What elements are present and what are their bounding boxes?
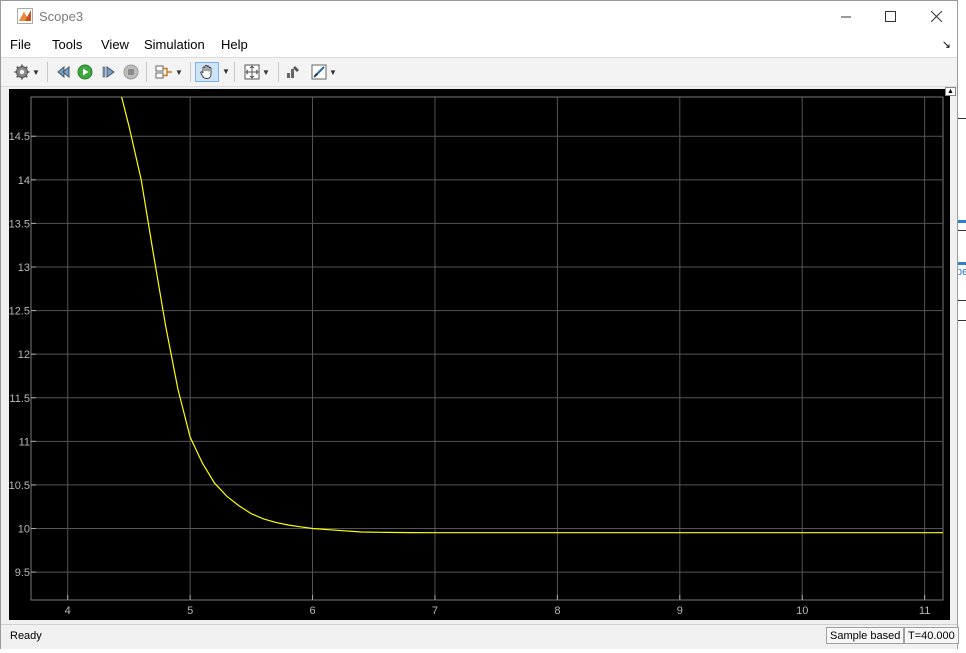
- axes-box: [30, 96, 944, 601]
- y-tick-label: 13.5: [9, 218, 30, 230]
- y-tick-label: 12.5: [9, 306, 30, 318]
- pan-button[interactable]: [195, 62, 219, 82]
- expand-legend-button[interactable]: ▲: [945, 87, 956, 96]
- step-forward-button[interactable]: [99, 62, 119, 82]
- x-tick-label: 11: [919, 605, 930, 617]
- y-tick-label: 10.5: [9, 480, 30, 492]
- step-forward-icon: [102, 66, 115, 78]
- zoom-fit-button[interactable]: ▼: [240, 62, 274, 82]
- chevron-down-icon: ▼: [32, 67, 40, 77]
- close-icon: [930, 11, 942, 22]
- menu-file[interactable]: File: [10, 37, 31, 52]
- stop-button[interactable]: [121, 62, 141, 82]
- toolbar-separator: [146, 62, 147, 82]
- style-icon: [287, 66, 299, 78]
- close-button[interactable]: [913, 1, 959, 32]
- run-button[interactable]: [75, 62, 95, 82]
- measurements-button[interactable]: ▼: [307, 62, 341, 82]
- menu-help[interactable]: Help: [221, 37, 248, 52]
- y-tick-label: 11: [19, 436, 30, 448]
- y-tick-label: 12: [18, 349, 30, 361]
- chevron-down-icon: ▼: [262, 67, 270, 77]
- y-tick-label: 11.5: [9, 393, 30, 405]
- style-button[interactable]: [283, 62, 303, 82]
- menu-simulation[interactable]: Simulation: [144, 37, 205, 52]
- scope-plot[interactable]: 4 5 6 7 8 9 10 11 9.5 10 10.5 11 11.5 12 12.5 13 13.5 14 1…: [9, 89, 950, 620]
- step-back-button[interactable]: [53, 62, 73, 82]
- toolbar: ▼ ▼ ▼ ▼ ▼: [1, 57, 957, 87]
- y-tick-label: 13: [18, 262, 30, 274]
- menu-tools[interactable]: Tools: [52, 37, 82, 52]
- signal-selector-button[interactable]: ▼: [152, 62, 186, 82]
- x-tick-label: 6: [309, 605, 315, 617]
- x-tick-label: 7: [432, 605, 438, 617]
- measurement-icon: [311, 64, 327, 80]
- configuration-properties-button[interactable]: ▼: [11, 62, 43, 82]
- maximize-button[interactable]: [867, 1, 913, 32]
- minimize-button[interactable]: [823, 1, 869, 32]
- status-sim-time: T=40.000: [904, 627, 959, 644]
- pan-dropdown-icon[interactable]: ▼: [222, 67, 230, 76]
- matlab-icon: [17, 8, 33, 24]
- stop-icon: [123, 64, 139, 80]
- x-tick-label: 4: [65, 605, 71, 617]
- x-tick-label: 10: [796, 605, 808, 617]
- status-sample-mode: Sample based: [826, 627, 905, 644]
- x-tick-label: 5: [187, 605, 193, 617]
- scope-display[interactable]: 4 5 6 7 8 9 10 11 9.5 10 10.5 11 11.5 12 12.5 13 13.5 14 1…: [9, 89, 950, 620]
- fit-to-view-icon: [244, 64, 260, 80]
- window-title: Scope3: [39, 9, 84, 24]
- chevron-down-icon: ▼: [175, 67, 183, 77]
- dock-arrow-icon[interactable]: ↘: [942, 38, 951, 51]
- menu-view[interactable]: View: [101, 37, 129, 52]
- toolbar-separator: [190, 62, 191, 82]
- play-icon: [77, 64, 93, 80]
- toolbar-separator: [234, 62, 235, 82]
- minimize-icon: [841, 16, 851, 17]
- x-tick-label: 9: [677, 605, 683, 617]
- scope-window: Scope3 File Tools View Simulation Help ↘…: [0, 0, 959, 649]
- gear-icon: [14, 64, 30, 80]
- status-bar: Ready Sample based T=40.000: [1, 624, 959, 649]
- x-tick-label: 8: [554, 605, 560, 617]
- toolbar-separator: [47, 62, 48, 82]
- step-back-icon: [57, 65, 70, 79]
- y-tick-label: 10: [18, 524, 30, 536]
- y-tick-label: 14: [18, 175, 30, 187]
- toolbar-separator: [278, 62, 279, 82]
- title-bar: Scope3: [1, 1, 957, 32]
- menu-bar: File Tools View Simulation Help ↘: [1, 32, 957, 57]
- hand-icon: [200, 65, 212, 79]
- y-tick-label: 9.5: [15, 567, 30, 579]
- maximize-icon: [884, 11, 896, 22]
- chevron-down-icon: ▼: [329, 67, 337, 77]
- signal-selector-icon: [155, 65, 173, 79]
- y-tick-label: 14.5: [9, 131, 30, 143]
- status-ready: Ready: [10, 630, 42, 642]
